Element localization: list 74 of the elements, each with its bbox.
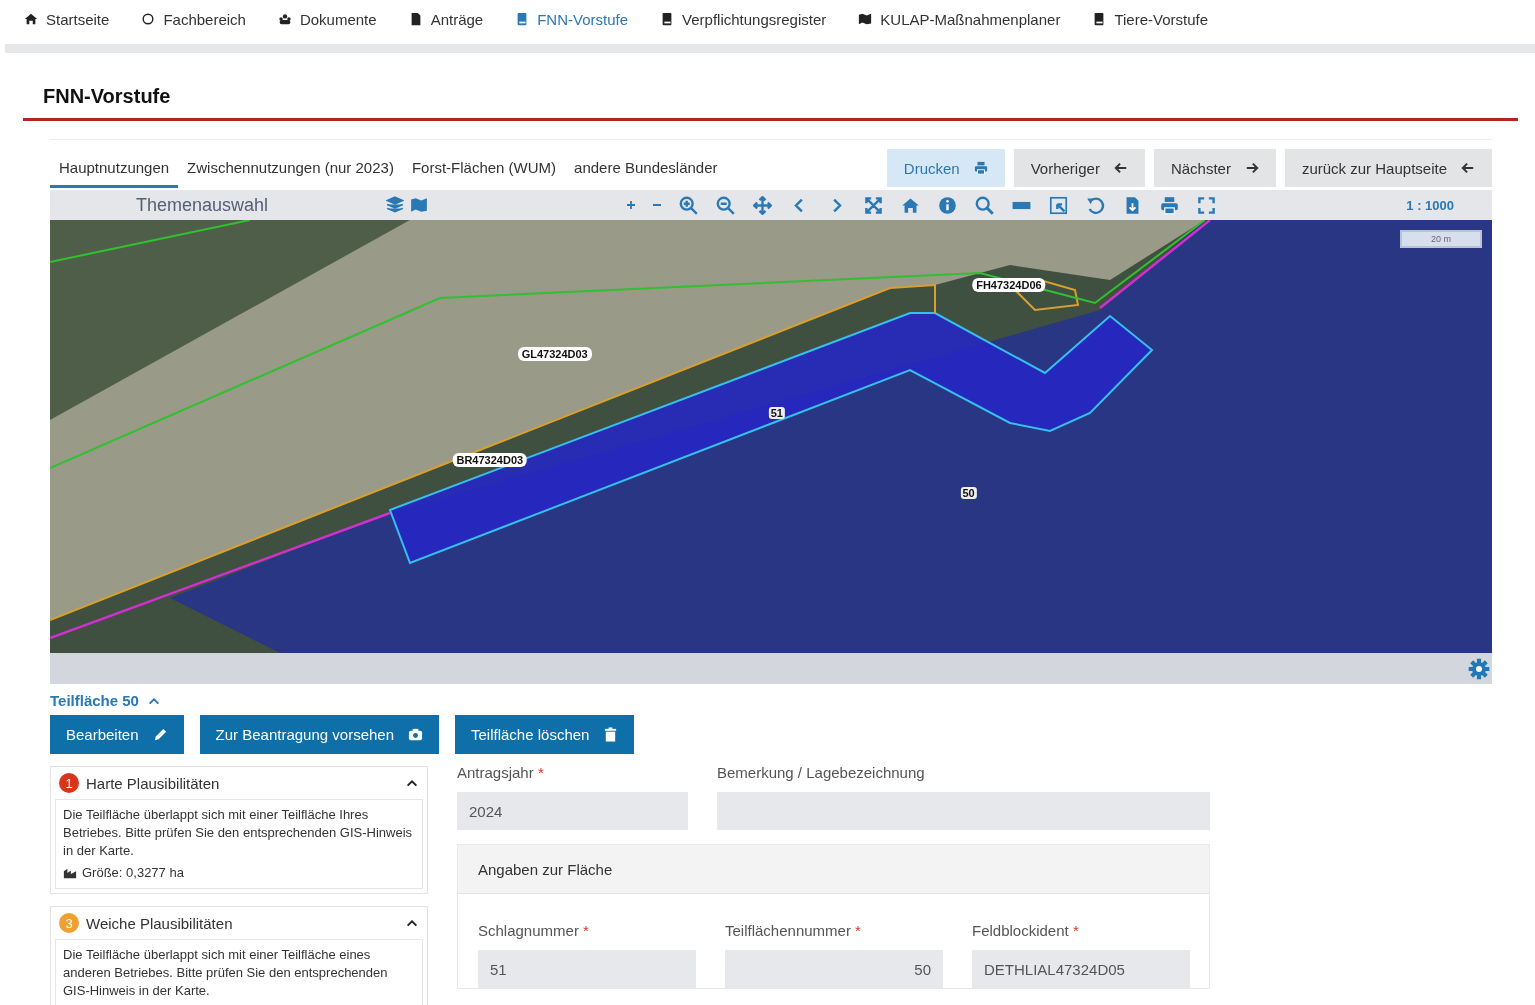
nav-button[interactable]: Vorheriger bbox=[1013, 149, 1145, 187]
tab[interactable]: Hauptnutzungen bbox=[50, 148, 179, 188]
input-field[interactable]: DETHLIAL47324D05 bbox=[972, 950, 1190, 988]
input-field[interactable]: 2024 bbox=[457, 792, 688, 830]
fullscreen-icon bbox=[1197, 195, 1216, 215]
print-button[interactable]: Drucken bbox=[886, 149, 1005, 187]
nav-button[interactable]: Nächster bbox=[1153, 149, 1276, 187]
field-label: Teilflächennummer bbox=[725, 922, 851, 939]
tab[interactable]: andere Bundesländer bbox=[565, 148, 727, 188]
theme-selector[interactable]: Themenauswahl bbox=[136, 194, 386, 216]
field-label: Antragsjahr bbox=[457, 764, 534, 781]
input-field[interactable] bbox=[717, 792, 1210, 830]
input-field[interactable]: 50 bbox=[725, 950, 943, 988]
required-mark: * bbox=[583, 922, 589, 939]
action-button[interactable]: Bearbeiten bbox=[50, 715, 184, 754]
map-label: GL47324D03 bbox=[517, 347, 592, 362]
scale-bar: 20 m bbox=[1400, 230, 1482, 248]
nav-button[interactable]: zurück zur Hauptseite bbox=[1284, 149, 1492, 187]
nav-link[interactable]: Verpflichtungsregister bbox=[660, 10, 827, 28]
pencil-icon bbox=[152, 727, 168, 742]
search-icon bbox=[975, 195, 994, 215]
map-icon bbox=[410, 196, 428, 214]
input-field[interactable]: 51 bbox=[478, 950, 696, 988]
action-button[interactable]: Teilfläche löschen bbox=[455, 715, 635, 754]
undo-icon bbox=[1086, 195, 1105, 215]
required-mark: * bbox=[537, 764, 544, 781]
nav-link[interactable]: Tiere-Vorstufe bbox=[1092, 10, 1209, 28]
arrow-left-icon bbox=[1113, 161, 1128, 175]
pan-icon bbox=[753, 195, 772, 215]
action-button[interactable]: Zur Beantragung vorsehen bbox=[199, 715, 439, 754]
users-icon bbox=[277, 12, 292, 26]
required-mark: * bbox=[1072, 922, 1079, 939]
camera-icon bbox=[408, 727, 423, 742]
scale-ratio: 1 : 1000 bbox=[1406, 197, 1454, 213]
printer-icon bbox=[1160, 195, 1179, 215]
nav-link[interactable]: Dokumente bbox=[277, 10, 377, 28]
size-text: Größe: 0,3277 ha bbox=[82, 864, 184, 882]
panel-title: Angaben zur Fläche bbox=[458, 845, 1209, 894]
circle-icon bbox=[141, 12, 156, 26]
zoom-in-icon bbox=[627, 201, 635, 209]
section-toggle[interactable]: Teilfläche 50 bbox=[50, 692, 161, 709]
field-label: Bemerkung / Lagebezeichnung bbox=[717, 764, 925, 781]
panel-title[interactable]: Weiche Plausibilitäten bbox=[86, 914, 398, 932]
trash-icon bbox=[603, 727, 619, 742]
panel-title[interactable]: Harte Plausibilitäten bbox=[86, 774, 398, 792]
magnifier-plus-icon bbox=[679, 195, 698, 215]
info-icon bbox=[938, 195, 957, 215]
map-icon bbox=[858, 12, 873, 26]
count-badge: 1 bbox=[59, 773, 79, 793]
tab[interactable]: Zwischennutzungen (nur 2023) bbox=[178, 148, 403, 188]
field-label: Feldblockident bbox=[972, 922, 1069, 939]
settings-icon bbox=[1468, 657, 1490, 680]
message-text: Die Teilfläche überlappt sich mit einer Teilfläche Ihres Betriebes. Bitte prüfen Sie den entsprechenden GIS-Hinweis in der Karte. bbox=[63, 806, 414, 860]
select-icon bbox=[1049, 195, 1068, 215]
message-text: Die Teilfläche überlappt sich mit einer Teilfläche eines anderen Betriebes. Bitte prüfen Sie den entsprechenden GIS-Hinweis in der Karte. bbox=[63, 946, 389, 1000]
printer-icon bbox=[973, 161, 988, 175]
count-badge: 3 bbox=[59, 913, 79, 933]
nav-link[interactable]: KULAP-Maßnahmenplaner bbox=[858, 10, 1061, 28]
nav-link[interactable]: FNN-Vorstufe bbox=[515, 10, 629, 28]
full-extent-icon bbox=[864, 195, 883, 215]
nav-link[interactable]: Startseite bbox=[24, 10, 110, 28]
home-icon bbox=[24, 12, 38, 26]
home-icon bbox=[901, 195, 920, 215]
required-mark: * bbox=[855, 922, 861, 939]
page-title: FNN-Vorstufe bbox=[23, 53, 1518, 121]
tab[interactable]: Forst-Flächen (WUM) bbox=[402, 148, 566, 188]
map-label: BR47324D03 bbox=[452, 453, 528, 468]
layers-icon bbox=[386, 196, 404, 214]
field-label: Schlagnummer bbox=[478, 922, 579, 939]
nav-link[interactable]: Anträge bbox=[408, 10, 484, 28]
arrow-left-icon bbox=[1461, 161, 1475, 175]
magnifier-minus-icon bbox=[716, 195, 735, 215]
arrow-right-icon bbox=[1244, 161, 1259, 175]
nav-link[interactable]: Fachbereich bbox=[141, 10, 246, 28]
